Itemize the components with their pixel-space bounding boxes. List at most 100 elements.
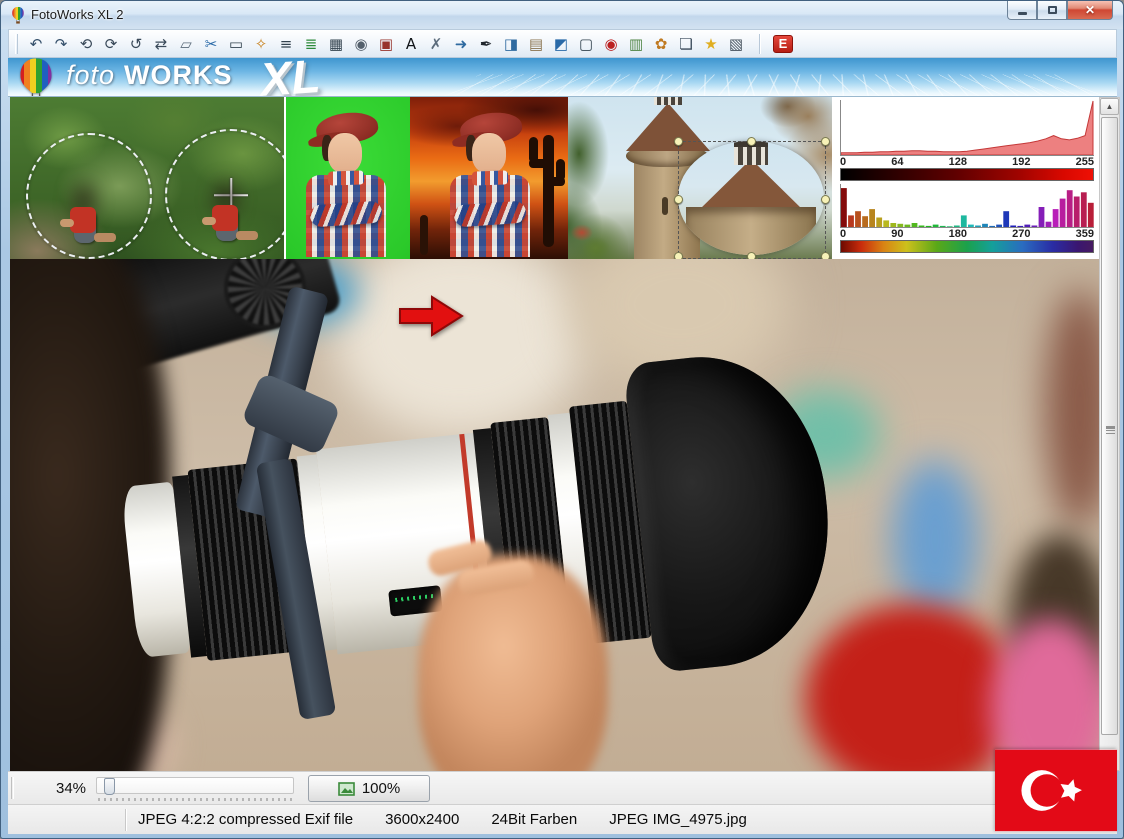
- zoom-100-button[interactable]: 100%: [308, 775, 430, 802]
- selection-handle[interactable]: [674, 195, 683, 204]
- hist-tick: 0: [840, 228, 846, 240]
- canvas-size-icon[interactable]: ▱: [176, 32, 196, 56]
- image-preview-icon[interactable]: ◨: [501, 32, 521, 56]
- luminance-gradient-bar: [840, 168, 1094, 181]
- hist-tick: 192: [1012, 156, 1030, 168]
- hist-tick: 0: [840, 156, 846, 168]
- status-filename: JPEG IMG_4975.jpg: [609, 811, 747, 828]
- luminance-histogram: [840, 100, 1094, 156]
- maximize-button[interactable]: [1037, 1, 1067, 20]
- favorites-star-icon[interactable]: ★: [701, 32, 721, 56]
- minimize-button[interactable]: [1007, 1, 1037, 20]
- selection-handle[interactable]: [747, 137, 756, 146]
- logo-text-foto: foto: [66, 60, 115, 91]
- hist-tick: 90: [891, 228, 903, 240]
- scroll-up-arrow[interactable]: ▲: [1100, 98, 1119, 115]
- zoom-percent: 34%: [56, 780, 86, 797]
- zoom-slider-thumb[interactable]: [104, 778, 115, 795]
- retouch-wand-icon[interactable]: ✧: [251, 32, 271, 56]
- hue-gradient-bar: [840, 240, 1094, 253]
- title-bar[interactable]: FotoWorks XL 2 ✕: [1, 1, 1123, 29]
- effects-pack-icon[interactable]: ✿: [651, 32, 671, 56]
- histogram-panel: 0 64 128 192 255 0 90 180 270 359: [836, 97, 1099, 259]
- close-button[interactable]: ✕: [1067, 1, 1113, 20]
- cut-icon[interactable]: ✂: [201, 32, 221, 56]
- bg-blur-maroon: [1045, 289, 1099, 529]
- status-color-depth: 24Bit Farben: [491, 811, 577, 828]
- logo-text-xl: XL: [258, 58, 322, 97]
- toolbar-grip: [15, 34, 18, 54]
- red-eye-icon[interactable]: ◉: [601, 32, 621, 56]
- flip-horizontal-icon[interactable]: ⇄: [151, 32, 171, 56]
- selection-icon[interactable]: ▦: [326, 32, 346, 56]
- hist-tick: 255: [1076, 156, 1094, 168]
- batch-processing-icon[interactable]: ▧: [726, 32, 746, 56]
- zoom-slider[interactable]: [96, 776, 294, 802]
- undo-icon[interactable]: ↶: [26, 32, 46, 56]
- zoom-slider-track[interactable]: [96, 777, 294, 794]
- selection-handle[interactable]: [821, 195, 830, 204]
- rotate-right-icon[interactable]: ⟳: [101, 32, 121, 56]
- draw-pen-icon[interactable]: ✒: [476, 32, 496, 56]
- logo-balloon-icon: [14, 58, 58, 97]
- selection-handle[interactable]: [747, 252, 756, 259]
- insert-image-icon[interactable]: ➜: [451, 32, 471, 56]
- insert-text-icon[interactable]: A: [401, 32, 421, 56]
- scrollbar-thumb[interactable]: [1101, 117, 1118, 735]
- hist-tick: 64: [891, 156, 903, 168]
- color-correction-icon[interactable]: ≣: [301, 32, 321, 56]
- zoom-100-label: 100%: [362, 780, 400, 797]
- image-frame-icon[interactable]: ▣: [376, 32, 396, 56]
- thumbnail-greenscreen-after[interactable]: [410, 97, 568, 259]
- luminance-ticks: 0 64 128 192 255: [840, 156, 1094, 168]
- selection-handle[interactable]: [821, 137, 830, 146]
- mesh-graphic: [429, 74, 1117, 96]
- selection-handle[interactable]: [674, 137, 683, 146]
- thumbnail-clone-demo[interactable]: [10, 97, 284, 259]
- boy-figure-composited: [438, 107, 548, 257]
- thumbnail-castle-selection[interactable]: [568, 97, 832, 259]
- crop-icon[interactable]: ▭: [226, 32, 246, 56]
- selection-handle[interactable]: [821, 252, 830, 259]
- app-window: FotoWorks XL 2 ✕ ↶ ↷ ⟲ ⟳ ↺ ⇄ ▱ ✂ ▭ ✧ ≡ ≣…: [0, 0, 1124, 839]
- zoom-bar: 34% 100%: [8, 771, 1117, 804]
- rotate-180-icon[interactable]: ↺: [126, 32, 146, 56]
- thumbnail-greenscreen-before[interactable]: [286, 97, 410, 259]
- hist-tick: 128: [949, 156, 967, 168]
- hue-histogram: [840, 184, 1094, 228]
- app-balloon-icon: [9, 6, 27, 24]
- sample-strip: 0 64 128 192 255 0 90 180 270 359: [10, 97, 1099, 259]
- toolbar: ↶ ↷ ⟲ ⟳ ↺ ⇄ ▱ ✂ ▭ ✧ ≡ ≣ ▦ ◉ ▣ A ✗ ➜ ✒ ◨ …: [8, 29, 1117, 58]
- redo-icon[interactable]: ↷: [51, 32, 71, 56]
- copy-shape-icon[interactable]: ❏: [676, 32, 696, 56]
- image-canvas[interactable]: [10, 259, 1099, 771]
- status-format: JPEG 4:2:2 compressed Exif file: [138, 811, 353, 828]
- hiker-figure-clone: [200, 183, 260, 259]
- window-title: FotoWorks XL 2: [31, 7, 123, 22]
- fit-100-icon: [338, 782, 355, 796]
- hue-ticks: 0 90 180 270 359: [840, 228, 1094, 240]
- landscape-image-icon[interactable]: ▤: [526, 32, 546, 56]
- vertical-scrollbar[interactable]: ▲: [1099, 97, 1120, 771]
- bg-blur-blue2: [892, 459, 978, 619]
- turkey-flag[interactable]: [995, 749, 1117, 832]
- hist-tick: 359: [1076, 228, 1094, 240]
- effects-icon[interactable]: ✗: [426, 32, 446, 56]
- selection-handle[interactable]: [674, 252, 683, 259]
- hiker-figure: [58, 185, 118, 259]
- exif-icon[interactable]: E: [773, 35, 793, 53]
- status-dimensions: 3600x2400: [385, 811, 459, 828]
- arrow-icon: [398, 293, 464, 339]
- fill-color-icon[interactable]: ◩: [551, 32, 571, 56]
- camera-import-icon[interactable]: ◉: [351, 32, 371, 56]
- border-frame-icon[interactable]: ▢: [576, 32, 596, 56]
- logo-banner: foto WORKS XL: [8, 58, 1117, 97]
- hist-tick: 180: [949, 228, 967, 240]
- brightness-levels-icon[interactable]: ≡: [276, 32, 296, 56]
- rotate-left-icon[interactable]: ⟲: [76, 32, 96, 56]
- zoombar-grip: [11, 777, 14, 799]
- status-bar: JPEG 4:2:2 compressed Exif file 3600x240…: [8, 804, 1117, 834]
- toolbar-separator: [759, 34, 761, 54]
- hist-tick: 270: [1012, 228, 1030, 240]
- photo-collage-icon[interactable]: ▥: [626, 32, 646, 56]
